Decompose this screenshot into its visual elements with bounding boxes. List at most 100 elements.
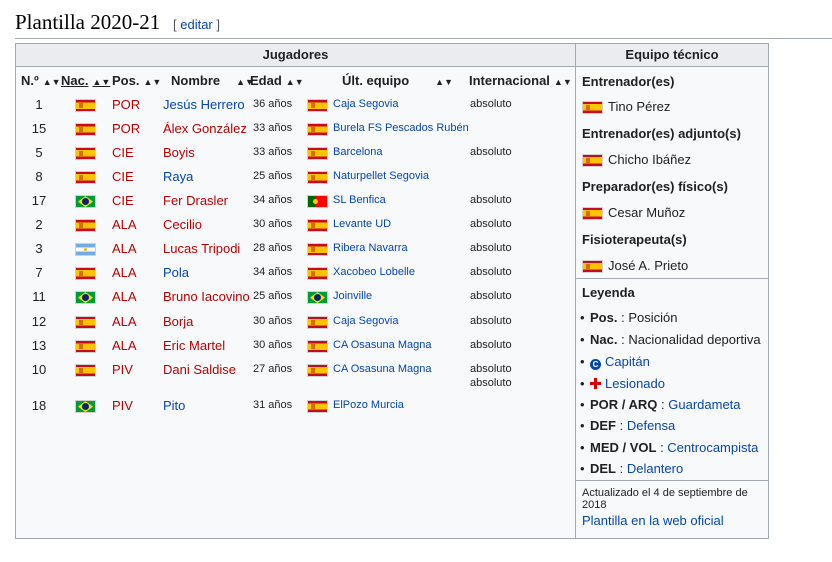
player-name[interactable]: Jesús Herrero <box>163 97 245 112</box>
official-squad-link[interactable]: Plantilla en la web oficial <box>582 513 724 528</box>
table-row: 12 ALA Borja 30 años Caja Segovia absoluto <box>16 314 575 338</box>
legend-item-goalkeeper[interactable]: POR / ARQ : Guardameta <box>580 397 741 412</box>
player-position[interactable]: CIE <box>112 169 134 184</box>
staff-role: Entrenador(es) <box>582 74 675 89</box>
table-row: 7 ALA Pola 34 años Xacobeo Lobelle absoluto <box>16 265 575 289</box>
club-flag-icon <box>307 289 328 305</box>
club-flag-icon <box>307 145 328 161</box>
legend-title: Leyenda <box>582 285 635 300</box>
legend-item-captain[interactable]: CCapitán <box>580 354 650 370</box>
player-last-club[interactable]: Burela FS Pescados Rubén <box>333 122 469 134</box>
legend-item-midfielder[interactable]: MED / VOL : Centrocampista <box>580 440 758 455</box>
player-number: 18 <box>31 398 47 413</box>
table-row: 1 POR Jesús Herrero 36 años Caja Segovia abso… <box>16 97 575 121</box>
legend-item-injured[interactable]: Lesionado <box>580 376 665 391</box>
player-last-club[interactable]: Levante UD <box>333 218 391 230</box>
player-position[interactable]: PIV <box>112 398 133 413</box>
table-row: 11 ALA Bruno Iacovino 25 años Joinville absol… <box>16 289 575 313</box>
legend-item-defender[interactable]: DEF : Defensa <box>580 418 675 433</box>
player-number: 13 <box>31 338 47 353</box>
player-name[interactable]: Cecilio <box>163 217 202 232</box>
player-position[interactable]: ALA <box>112 265 137 280</box>
player-number: 11 <box>32 289 46 304</box>
player-age: 31 años <box>253 399 293 411</box>
table-row: 5 CIE Boyis 33 años Barcelona absoluto <box>16 145 575 169</box>
divider <box>576 278 768 279</box>
player-number: 5 <box>35 145 43 160</box>
player-position[interactable]: ALA <box>112 338 137 353</box>
col-header-last-club[interactable]: Últ. equipo ▲▼ <box>342 73 453 88</box>
player-name[interactable]: Pito <box>163 398 185 413</box>
col-header-position[interactable]: Pos. ▲▼ <box>112 73 161 88</box>
staff-person: Tino Pérez <box>582 99 670 115</box>
player-last-club[interactable]: CA Osasuna Magna <box>333 363 431 375</box>
edit-link[interactable]: editar <box>180 17 213 32</box>
player-age: 25 años <box>253 290 293 302</box>
player-name[interactable]: Bruno Iacovino <box>163 289 250 304</box>
updated-note: Actualizado el 4 de septiembre de 2018 <box>582 487 748 511</box>
player-last-club[interactable]: CA Osasuna Magna <box>333 339 431 351</box>
spain-flag-icon <box>582 154 603 168</box>
col-header-name[interactable]: Nombre ▲▼ <box>171 73 254 88</box>
player-last-club[interactable]: Caja Segovia <box>333 315 398 327</box>
club-flag-icon <box>307 121 328 137</box>
player-name[interactable]: Boyis <box>163 145 195 160</box>
player-last-club[interactable]: SL Benfica <box>333 194 386 206</box>
player-name[interactable]: Eric Martel <box>163 338 225 353</box>
player-last-club[interactable]: Xacobeo Lobelle <box>333 266 415 278</box>
player-international: absoluto <box>470 266 512 278</box>
player-position[interactable]: ALA <box>112 314 137 329</box>
player-position[interactable]: ALA <box>112 289 137 304</box>
player-last-club[interactable]: Caja Segovia <box>333 98 398 110</box>
player-age: 33 años <box>253 122 293 134</box>
player-position[interactable]: CIE <box>112 193 134 208</box>
player-name[interactable]: Lucas Tripodi <box>163 241 240 256</box>
staff-role: Preparador(es) físico(s) <box>582 179 728 194</box>
col-header-nationality[interactable]: Nac. ▲▼ <box>61 73 110 88</box>
player-position[interactable]: POR <box>112 97 140 112</box>
player-last-club[interactable]: Ribera Navarra <box>333 242 408 254</box>
player-age: 36 años <box>253 98 293 110</box>
player-name[interactable]: Fer Drasler <box>163 193 228 208</box>
player-last-club[interactable]: Barcelona <box>333 146 383 158</box>
staff-title: Equipo técnico <box>576 44 768 67</box>
legend-item-position: Pos. : Posición <box>580 310 678 325</box>
nationality-flag-icon <box>75 169 96 185</box>
player-name[interactable]: Álex González <box>163 121 247 136</box>
table-row: 15 POR Álex González 33 años Burela FS Pesca… <box>16 121 575 145</box>
player-position[interactable]: PIV <box>112 362 133 377</box>
player-last-club[interactable]: Joinville <box>333 290 372 302</box>
nationality-flag-icon <box>75 97 96 113</box>
player-position[interactable]: POR <box>112 121 140 136</box>
player-position[interactable]: ALA <box>112 217 137 232</box>
player-age: 33 años <box>253 146 293 158</box>
staff-person: Cesar Muñoz <box>582 205 685 221</box>
player-age: 28 años <box>253 242 293 254</box>
club-flag-icon <box>307 97 328 113</box>
player-international: absoluto <box>470 98 512 110</box>
player-name[interactable]: Borja <box>163 314 193 329</box>
player-name[interactable]: Dani Saldise <box>163 362 236 377</box>
player-age: 30 años <box>253 339 293 351</box>
player-position[interactable]: CIE <box>112 145 134 160</box>
player-name[interactable]: Raya <box>163 169 193 184</box>
nationality-flag-icon <box>75 398 96 414</box>
player-age: 30 años <box>253 218 293 230</box>
staff-role: Entrenador(es) adjunto(s) <box>582 126 741 141</box>
player-last-club[interactable]: ElPozo Murcia <box>333 399 404 411</box>
club-flag-icon <box>307 169 328 185</box>
col-header-age[interactable]: Edad ▲▼ <box>250 73 304 88</box>
player-age: 34 años <box>253 194 293 206</box>
col-header-number[interactable]: N.º ▲▼ <box>21 73 61 88</box>
col-header-international[interactable]: Internacional ▲▼ <box>469 73 572 88</box>
player-position[interactable]: ALA <box>112 241 137 256</box>
nationality-flag-icon <box>75 241 96 257</box>
table-row: 8 CIE Raya 25 años Naturpellet Segovia <box>16 169 575 193</box>
player-last-club[interactable]: Naturpellet Segovia <box>333 170 429 182</box>
nationality-flag-icon <box>75 314 96 330</box>
legend-item-forward[interactable]: DEL : Delantero <box>580 461 683 476</box>
nationality-flag-icon <box>75 338 96 354</box>
club-flag-icon <box>307 362 328 378</box>
table-row: 13 ALA Eric Martel 30 años CA Osasuna Magna a… <box>16 338 575 362</box>
player-name[interactable]: Pola <box>163 265 189 280</box>
